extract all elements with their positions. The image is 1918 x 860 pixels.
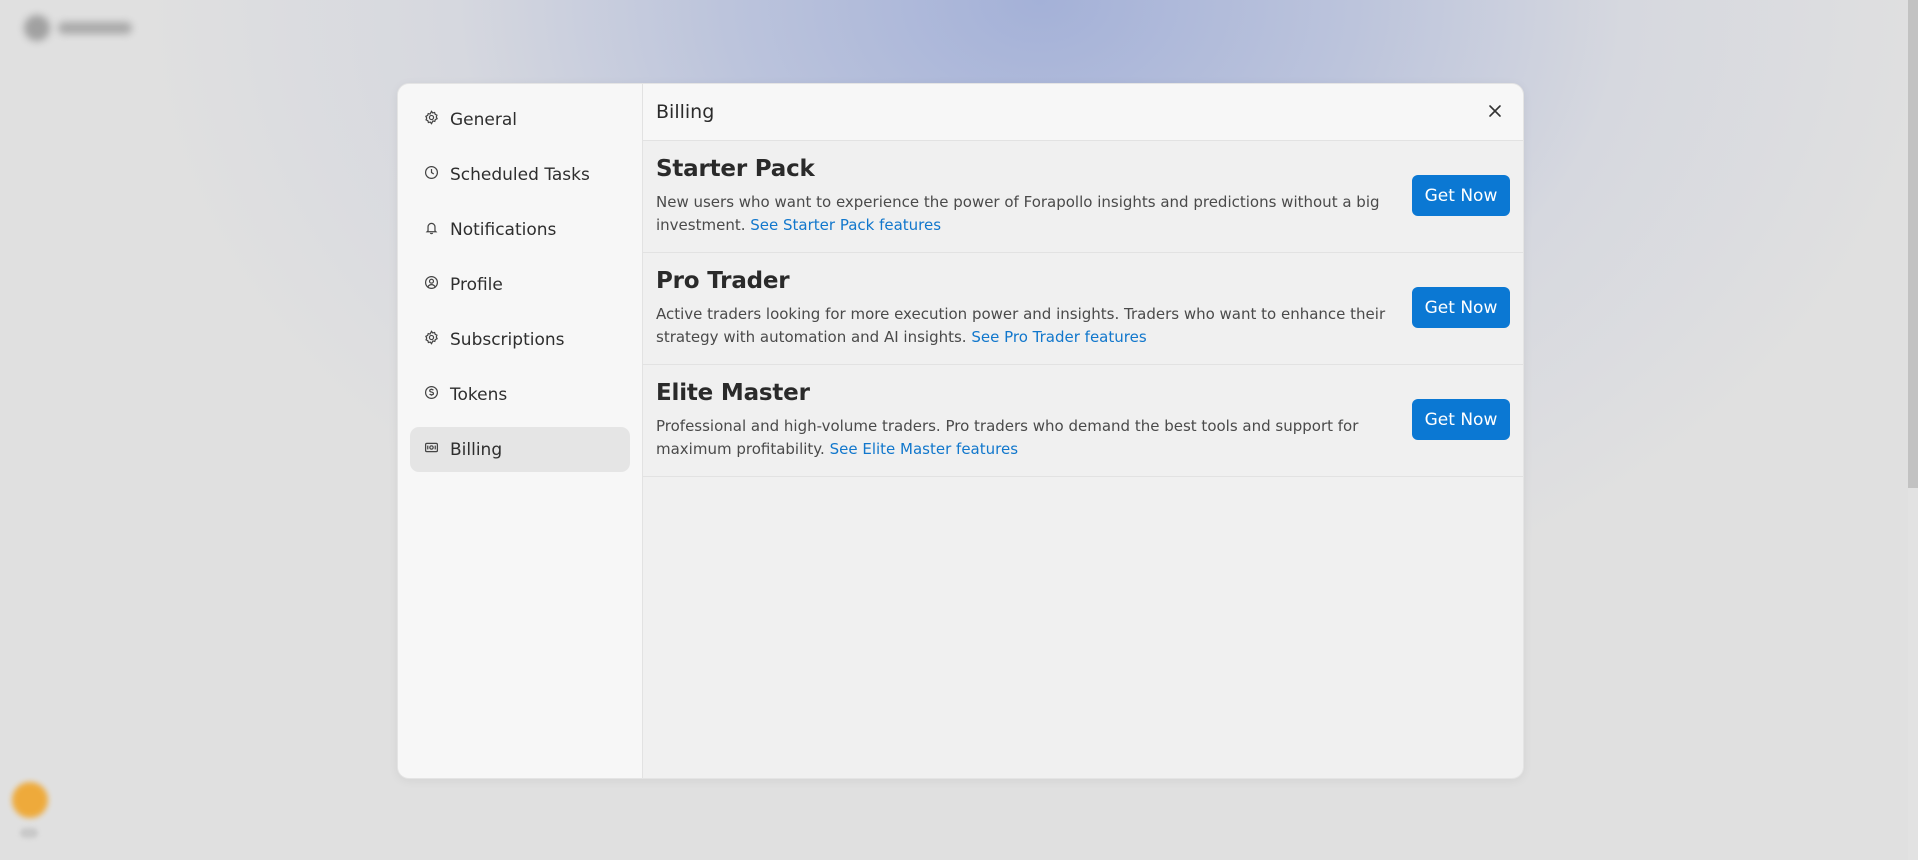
plan-name: Starter Pack — [656, 156, 815, 182]
billing-panel: Billing Starter Pack New users who want … — [643, 84, 1523, 778]
plan-card-pro-trader: Pro Trader Active traders looking for mo… — [643, 253, 1523, 365]
plan-info: Starter Pack New users who want to exper… — [656, 156, 1386, 237]
see-features-link[interactable]: See Elite Master features — [830, 440, 1018, 458]
plan-description: Active traders looking for more executio… — [656, 303, 1386, 349]
background-orb-label — [20, 828, 38, 838]
sidebar-item-scheduled-tasks[interactable]: Scheduled Tasks — [410, 152, 630, 197]
sidebar-item-tokens[interactable]: Tokens — [410, 372, 630, 417]
sidebar-item-label: Tokens — [450, 384, 508, 405]
plan-card-elite-master: Elite Master Professional and high-volum… — [643, 365, 1523, 477]
sidebar-item-label: Billing — [450, 439, 503, 460]
plan-info: Elite Master Professional and high-volum… — [656, 380, 1386, 461]
sidebar-item-label: General — [450, 109, 517, 130]
get-now-button[interactable]: Get Now — [1412, 175, 1510, 216]
coin-icon — [424, 385, 439, 405]
gear-icon — [424, 329, 439, 350]
card-icon — [424, 440, 439, 460]
plan-name: Pro Trader — [656, 268, 790, 294]
get-now-button[interactable]: Get Now — [1412, 287, 1510, 328]
panel-header: Billing — [643, 84, 1523, 141]
plan-card-starter-pack: Starter Pack New users who want to exper… — [643, 141, 1523, 253]
plan-info: Pro Trader Active traders looking for mo… — [656, 268, 1386, 349]
background-assistant-orb — [12, 782, 48, 818]
get-now-button[interactable]: Get Now — [1412, 399, 1510, 440]
sidebar-item-label: Subscriptions — [450, 329, 565, 350]
clock-icon — [424, 165, 439, 185]
sidebar-item-label: Scheduled Tasks — [450, 164, 590, 185]
plan-description: Professional and high-volume traders. Pr… — [656, 415, 1386, 461]
page-scrollbar-thumb[interactable] — [1908, 0, 1918, 488]
sidebar-item-notifications[interactable]: Notifications — [410, 207, 630, 252]
sidebar-item-general[interactable]: General — [410, 97, 630, 142]
sidebar-item-label: Profile — [450, 274, 503, 295]
close-button[interactable] — [1483, 100, 1507, 124]
sidebar-item-profile[interactable]: Profile — [410, 262, 630, 307]
see-features-link[interactable]: See Pro Trader features — [971, 328, 1146, 346]
background-logo — [24, 14, 140, 42]
gear-icon — [424, 109, 439, 130]
user-circle-icon — [424, 275, 439, 295]
settings-sidebar: General Scheduled Tasks Notifications Pr… — [398, 84, 643, 778]
bell-icon — [424, 220, 439, 240]
sidebar-item-billing[interactable]: Billing — [410, 427, 630, 472]
close-icon — [1488, 103, 1502, 122]
plan-name: Elite Master — [656, 380, 810, 406]
sidebar-item-subscriptions[interactable]: Subscriptions — [410, 317, 630, 362]
plan-description: New users who want to experience the pow… — [656, 191, 1386, 237]
page-title: Billing — [656, 101, 715, 123]
sidebar-item-label: Notifications — [450, 219, 557, 240]
page-scrollbar[interactable] — [1908, 0, 1918, 860]
see-features-link[interactable]: See Starter Pack features — [750, 216, 941, 234]
settings-modal: General Scheduled Tasks Notifications Pr… — [397, 83, 1524, 779]
